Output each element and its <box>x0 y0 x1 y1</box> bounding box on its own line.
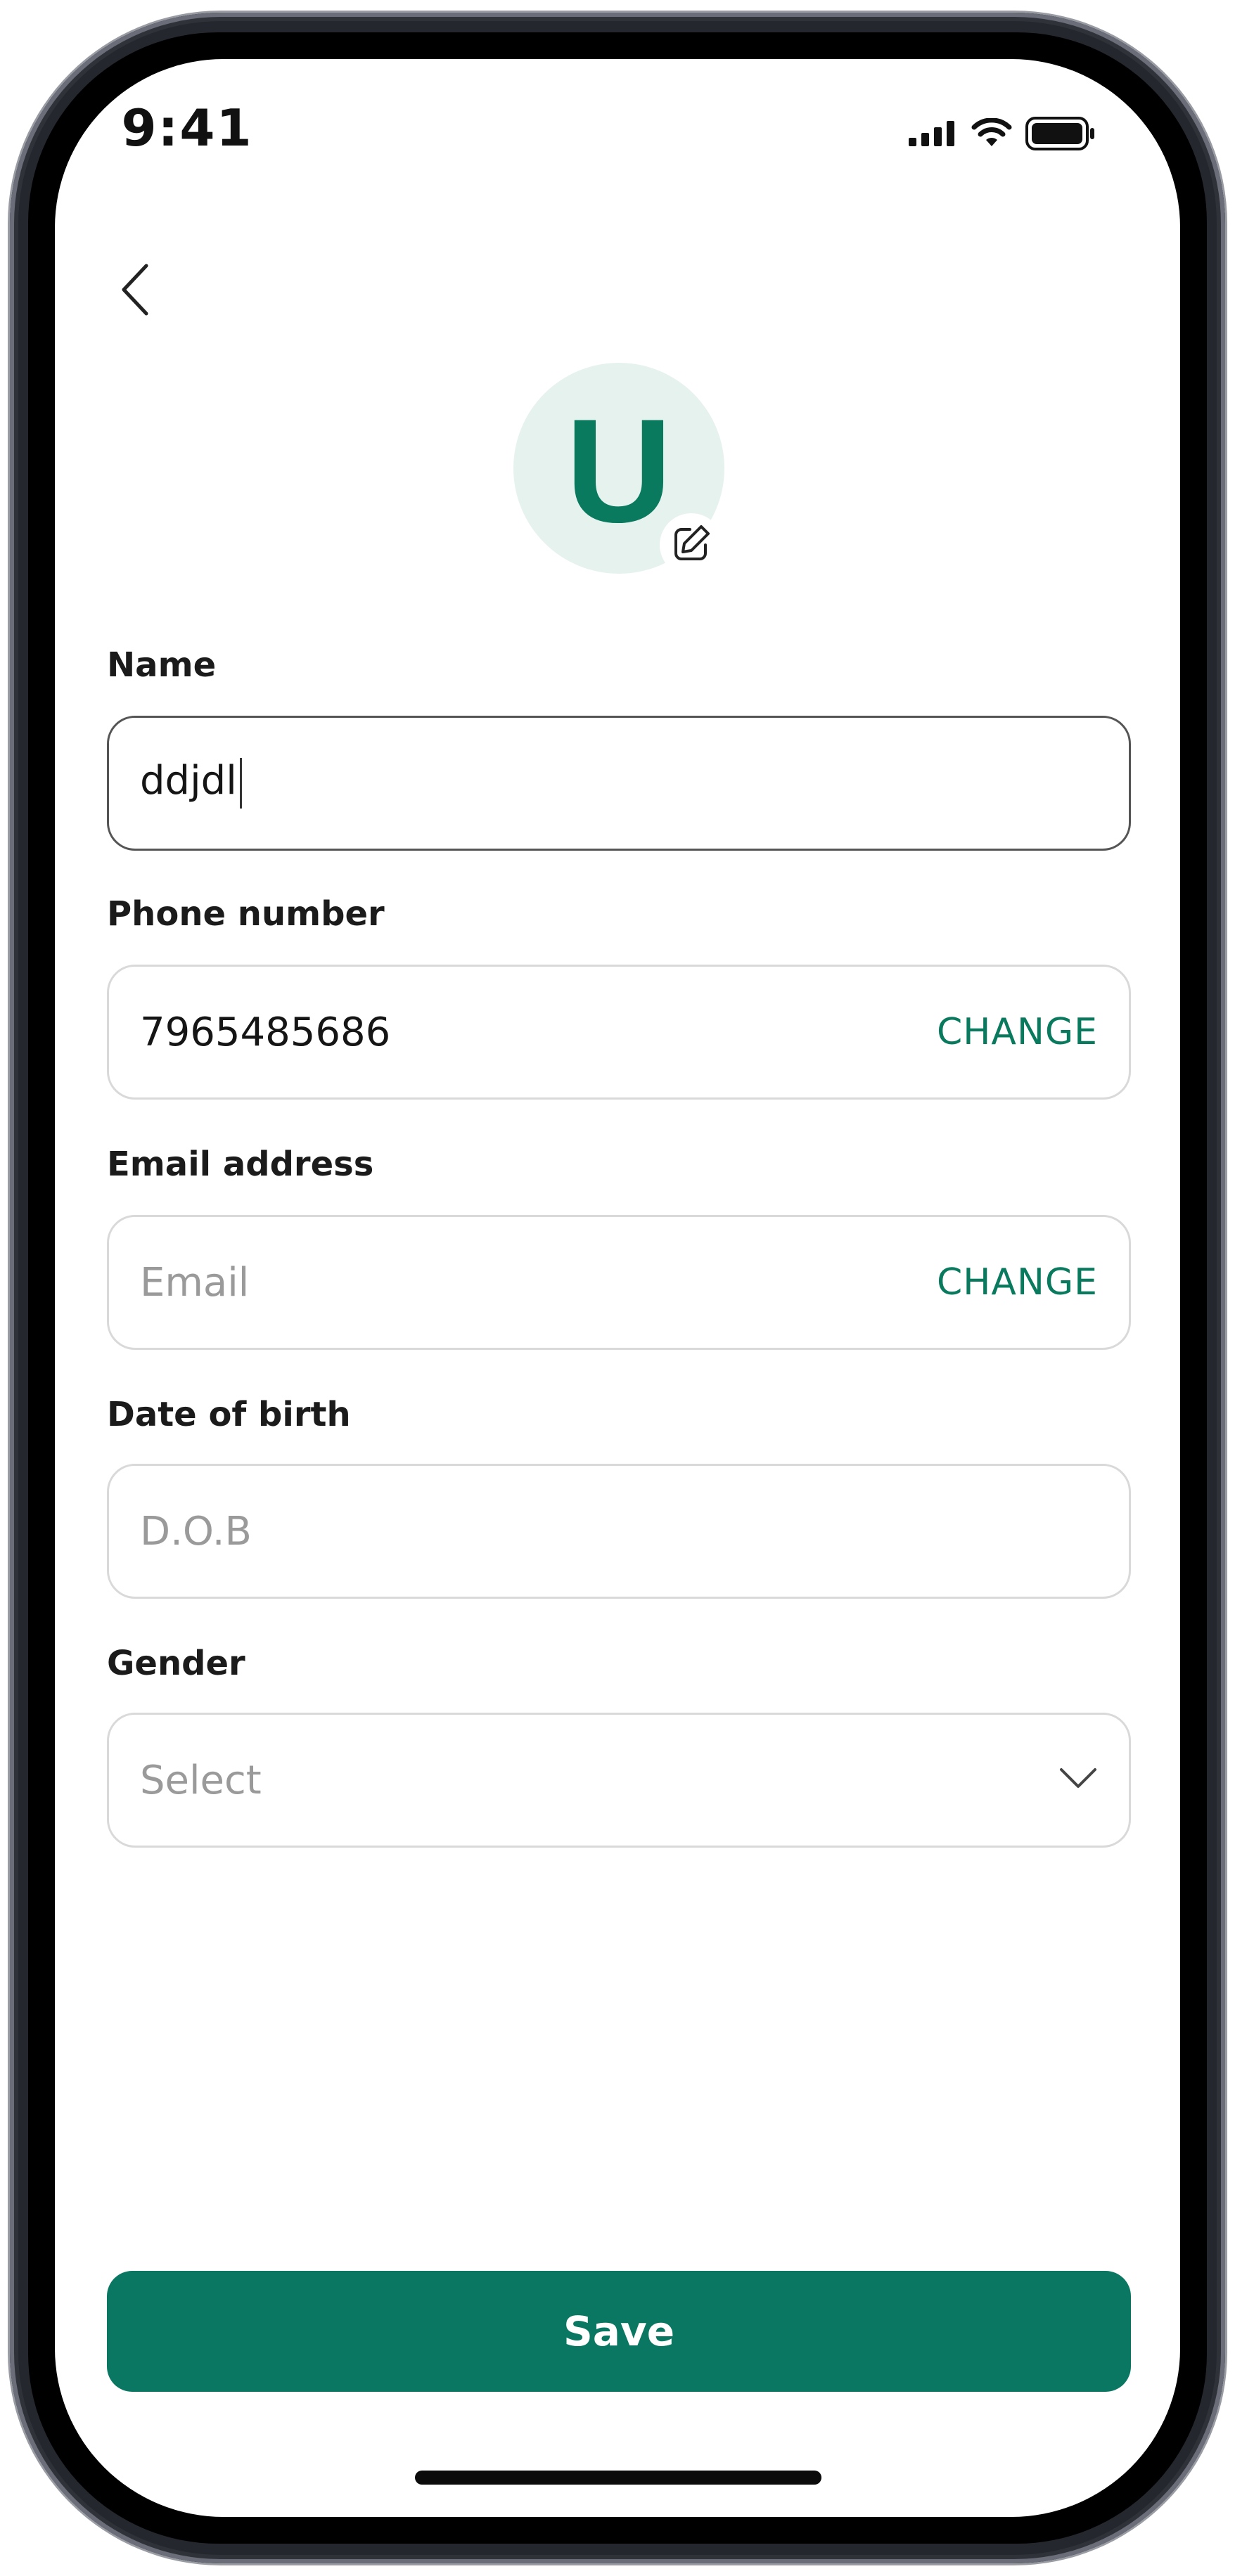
signal-icon <box>909 121 958 149</box>
battery-icon <box>1025 117 1096 153</box>
text-caret <box>239 758 242 809</box>
email-input[interactable]: Email CHANGE <box>107 1215 1131 1350</box>
edit-avatar-button[interactable] <box>660 513 723 577</box>
dob-placeholder: D.O.B <box>140 1508 252 1554</box>
change-phone-button[interactable]: CHANGE <box>937 1011 1098 1053</box>
edit-icon <box>670 522 712 567</box>
gender-select[interactable]: Select <box>107 1713 1131 1848</box>
home-indicator <box>415 2471 821 2485</box>
phone-value: 7965485686 <box>140 1009 391 1055</box>
wifi-icon <box>971 117 1013 152</box>
back-button[interactable] <box>108 256 162 326</box>
email-label: Email address <box>107 1145 374 1184</box>
name-input[interactable]: ddjdl <box>107 716 1131 851</box>
chevron-down-icon <box>1058 1767 1098 1793</box>
name-label: Name <box>107 645 217 685</box>
email-placeholder: Email <box>140 1259 250 1306</box>
save-button[interactable]: Save <box>107 2271 1131 2392</box>
change-email-button[interactable]: CHANGE <box>937 1261 1098 1303</box>
phone-label: Phone number <box>107 894 385 934</box>
dob-label: Date of birth <box>107 1395 351 1434</box>
back-icon <box>120 263 151 319</box>
avatar-initial: U <box>565 388 672 553</box>
status-icons <box>909 117 1096 153</box>
gender-label: Gender <box>107 1644 245 1683</box>
name-value: ddjdl <box>140 758 237 804</box>
status-time: 9:41 <box>121 98 253 157</box>
phone-input[interactable]: 7965485686 CHANGE <box>107 965 1131 1100</box>
dob-input[interactable]: D.O.B <box>107 1464 1131 1599</box>
gender-placeholder: Select <box>140 1757 262 1803</box>
